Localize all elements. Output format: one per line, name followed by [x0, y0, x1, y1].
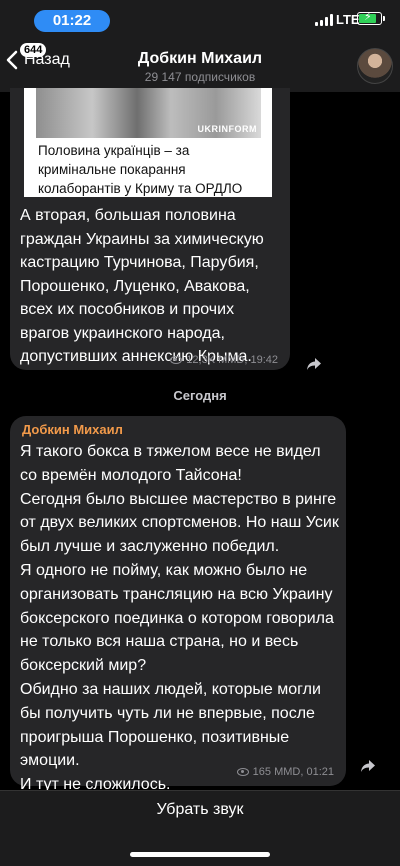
channel-name[interactable]: Добкин Михаил	[0, 50, 400, 68]
channel-avatar[interactable]	[357, 48, 393, 84]
preview-watermark: UKRINFORM	[197, 124, 257, 134]
bottom-bar: Убрать звук	[0, 790, 400, 866]
message-bubble[interactable]: Добкин Михаил Я такого бокса в тяжелом в…	[10, 416, 346, 793]
share-arrow-icon	[307, 358, 321, 370]
message-text: А вторая, большая половина граждан Украи…	[20, 207, 264, 365]
share-arrow-icon	[361, 760, 375, 772]
signal-icon	[315, 14, 333, 26]
status-time[interactable]: 01:22	[34, 10, 110, 32]
preview-image: UKRINFORM	[36, 88, 261, 138]
home-indicator[interactable]	[130, 852, 270, 857]
preview-caption: Половина українців – за кримінальне пока…	[38, 143, 243, 196]
chat-area[interactable]: UKRINFORM Половина українців – за кримін…	[0, 88, 400, 793]
link-preview[interactable]: UKRINFORM Половина українців – за кримін…	[24, 88, 272, 197]
message-author[interactable]: Добкин Михаил	[22, 422, 123, 437]
battery-icon: ⚡	[357, 11, 382, 25]
battery-cap	[383, 16, 385, 21]
message-text: Я такого бокса в тяжелом весе не видел с…	[20, 443, 339, 794]
message-bubble[interactable]: UKRINFORM Половина українців – за кримін…	[10, 88, 290, 370]
date-separator: Сегодня	[173, 388, 227, 403]
eye-icon	[236, 768, 249, 776]
eye-icon	[170, 356, 183, 364]
share-button[interactable]	[298, 348, 330, 380]
share-button[interactable]	[352, 750, 384, 782]
status-bar: 01:22 LTE ⚡	[0, 0, 400, 40]
mute-button[interactable]: Убрать звук	[0, 801, 400, 819]
message-meta: 165 MMD, 01:21	[236, 766, 334, 778]
chat-header: Назад 644 Добкин Михаил 29 147 подписчик…	[0, 40, 400, 92]
message-meta: 12,3K MMD, 19:42	[170, 354, 278, 366]
views-and-time: 12,3K MMD, 19:42	[186, 354, 278, 366]
views-and-time: 165 MMD, 01:21	[252, 766, 334, 778]
subscriber-count: 29 147 подписчиков	[144, 70, 256, 84]
